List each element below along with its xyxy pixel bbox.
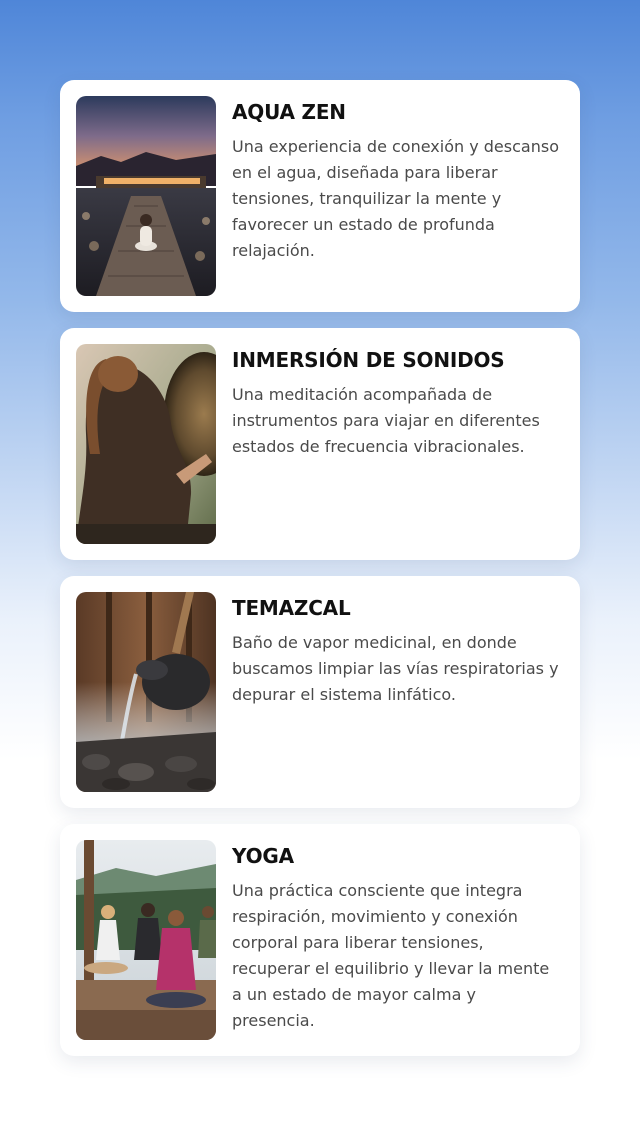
- pool-meditation-image: [76, 96, 216, 296]
- activity-description: Una práctica consciente que integra resp…: [232, 881, 550, 1030]
- activity-card-inmersion-de-sonidos[interactable]: INMERSIÓN DE SONIDOS Una meditación acom…: [60, 328, 580, 560]
- activity-description: Baño de vapor medicinal, en donde buscam…: [232, 633, 559, 704]
- activity-title: INMERSIÓN DE SONIDOS: [232, 348, 505, 372]
- activity-description: Una meditación acompañada de instrumento…: [232, 385, 540, 456]
- activity-card-aqua-zen[interactable]: AQUA ZEN Una experiencia de conexión y d…: [60, 80, 580, 312]
- activity-card-yoga[interactable]: YOGA Una práctica consciente que integra…: [60, 824, 580, 1056]
- water-pouring-stones-image: [76, 592, 216, 792]
- activity-list: AQUA ZEN Una experiencia de conexión y d…: [60, 80, 580, 1072]
- gong-image: [76, 344, 216, 544]
- activity-title: TEMAZCAL: [232, 596, 351, 620]
- activity-title: AQUA ZEN: [232, 100, 346, 124]
- yoga-class-image: [76, 840, 216, 1040]
- activity-description: Una experiencia de conexión y descanso e…: [232, 137, 559, 260]
- activity-title: YOGA: [232, 844, 294, 868]
- activity-card-temazcal[interactable]: TEMAZCAL Baño de vapor medicinal, en don…: [60, 576, 580, 808]
